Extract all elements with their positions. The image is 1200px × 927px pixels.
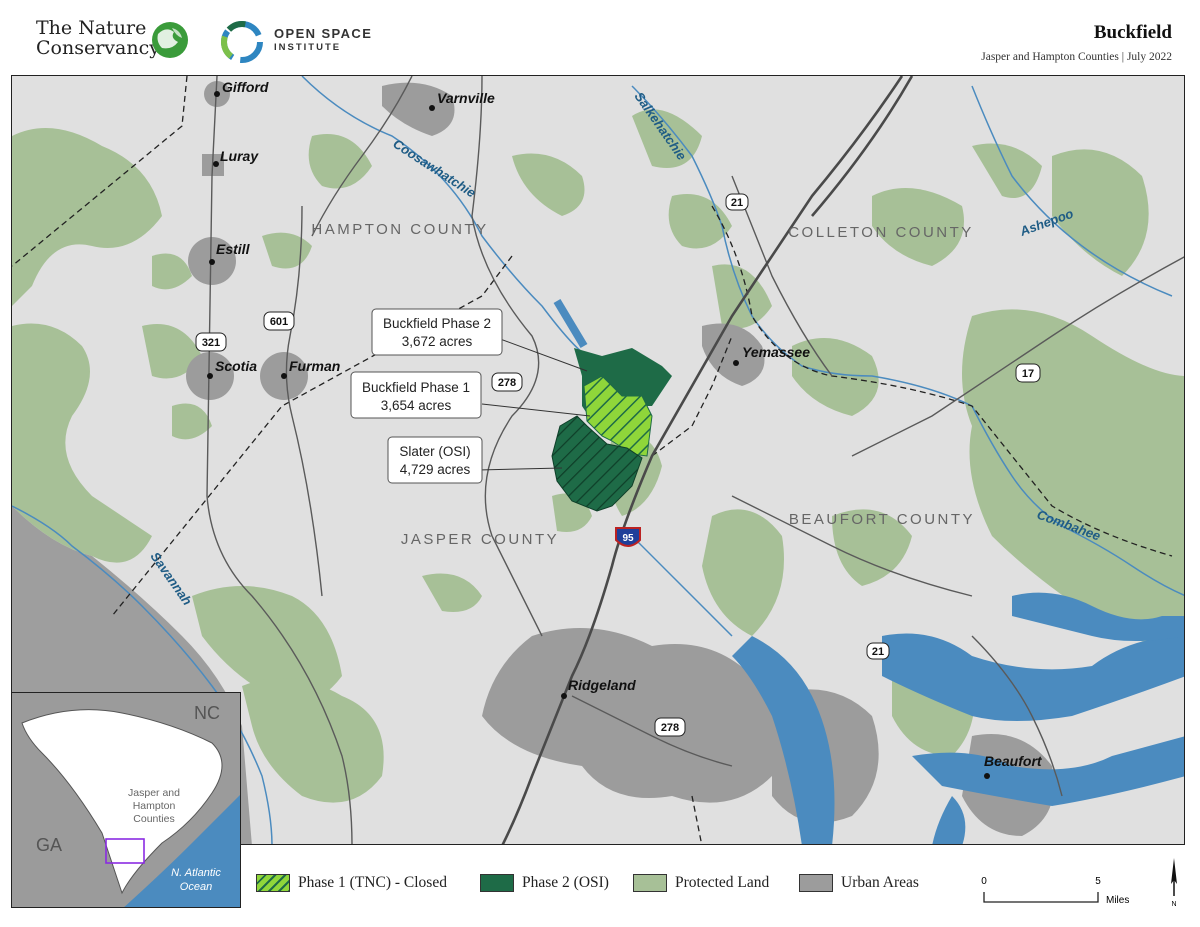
scale-unit-label: Miles bbox=[1106, 895, 1129, 906]
inset-focus-line2: Hampton bbox=[133, 800, 176, 812]
inset-locator-map: NC GA Jasper and Hampton Counties N. Atl… bbox=[11, 692, 241, 908]
callout-slater-acres: 4,729 acres bbox=[400, 462, 471, 477]
gray-swatch bbox=[799, 874, 833, 892]
osi-logo-line2: INSTITUTE bbox=[274, 42, 342, 53]
legend-label-urban: Urban Areas bbox=[841, 874, 919, 891]
legend-item-urban: Urban Areas bbox=[799, 873, 919, 893]
hampton-county-label: HAMPTON COUNTY bbox=[311, 221, 488, 238]
ridgeland-dot bbox=[561, 693, 567, 699]
legend-label-protected: Protected Land bbox=[675, 874, 770, 891]
callout-phase2-title: Buckfield Phase 2 bbox=[383, 316, 491, 331]
highway-21-label: 21 bbox=[731, 197, 743, 209]
legend-label-phase2: Phase 2 (OSI) bbox=[522, 874, 609, 891]
callout-phase1-acres: 3,654 acres bbox=[381, 398, 452, 413]
callout-phase2: Buckfield Phase 2 3,672 acres bbox=[371, 308, 503, 356]
callout-phase2-acres: 3,672 acres bbox=[402, 334, 473, 349]
scotia-label: Scotia bbox=[215, 358, 257, 374]
tnc-leaf-globe-icon bbox=[152, 22, 188, 58]
luray-dot bbox=[213, 161, 219, 167]
highway-278-north-label: 278 bbox=[498, 377, 516, 389]
scale-bar: 0 5 Miles bbox=[976, 870, 1136, 910]
highway-321-label: 321 bbox=[202, 337, 220, 349]
colleton-county-label: COLLETON COUNTY bbox=[788, 224, 974, 241]
tnc-logo-line1: The Nature bbox=[36, 17, 147, 39]
legend-item-phase1: Phase 1 (TNC) - Closed bbox=[256, 873, 447, 893]
beaufort-dot bbox=[984, 773, 990, 779]
furman-dot bbox=[281, 373, 287, 379]
north-arrow: N bbox=[1164, 856, 1184, 908]
inset-ocean-line2: Ocean bbox=[180, 881, 212, 893]
inset-focus-line1: Jasper and bbox=[128, 787, 180, 799]
luray-label: Luray bbox=[220, 148, 259, 164]
inset-nc-label: NC bbox=[194, 703, 220, 723]
legend-label-phase1: Phase 1 (TNC) - Closed bbox=[298, 874, 447, 891]
highway-17-label: 17 bbox=[1022, 368, 1034, 380]
callout-phase1-title: Buckfield Phase 1 bbox=[362, 380, 470, 395]
scale-bar-graphic: 0 5 Miles bbox=[981, 876, 1129, 906]
varnville-label: Varnville bbox=[437, 90, 495, 106]
yemassee-label: Yemassee bbox=[742, 344, 810, 360]
map-subtitle: Jasper and Hampton Counties | July 2022 bbox=[981, 51, 1172, 63]
callout-phase1: Buckfield Phase 1 3,654 acres bbox=[350, 371, 482, 419]
inset-focus-line3: Counties bbox=[133, 813, 174, 825]
north-label: N bbox=[1171, 901, 1176, 908]
callout-slater: Slater (OSI) 4,729 acres bbox=[387, 436, 483, 484]
jasper-county-label: JASPER COUNTY bbox=[401, 531, 559, 548]
ridgeland-label: Ridgeland bbox=[568, 677, 636, 693]
osi-ring-icon bbox=[221, 21, 263, 63]
osi-logo: OPEN SPACE INSTITUTE bbox=[218, 18, 398, 68]
scale-min-label: 0 bbox=[981, 876, 987, 887]
inset-ga-label: GA bbox=[36, 835, 62, 855]
tnc-logo-text: The Nature Conservancy bbox=[36, 18, 160, 58]
map-title: Buckfield bbox=[1093, 22, 1172, 43]
gifford-dot bbox=[214, 91, 220, 97]
tnc-logo: The Nature Conservancy bbox=[36, 16, 196, 66]
varnville-dot bbox=[429, 105, 435, 111]
estill-label: Estill bbox=[216, 241, 251, 257]
interstate-95-label: 95 bbox=[622, 533, 634, 544]
osi-logo-text: OPEN SPACE INSTITUTE bbox=[274, 27, 372, 55]
highway-21-south-label: 21 bbox=[872, 646, 884, 658]
inset-ocean-line1: N. Atlantic bbox=[171, 867, 221, 879]
yemassee-dot bbox=[733, 360, 739, 366]
osi-logo-line1: OPEN SPACE bbox=[274, 26, 373, 41]
inset-canvas: NC GA Jasper and Hampton Counties N. Atl… bbox=[12, 693, 240, 907]
legend-item-phase2: Phase 2 (OSI) bbox=[480, 873, 609, 893]
callout-slater-title: Slater (OSI) bbox=[399, 444, 470, 459]
highway-278-south-label: 278 bbox=[661, 722, 679, 734]
dark-green-swatch bbox=[480, 874, 514, 892]
pale-green-swatch bbox=[633, 874, 667, 892]
tnc-logo-line2: Conservancy bbox=[36, 37, 160, 59]
highway-601-label: 601 bbox=[270, 316, 288, 328]
furman-label: Furman bbox=[289, 358, 340, 374]
hatched-light-green-swatch bbox=[256, 874, 290, 892]
scotia-dot bbox=[207, 373, 213, 379]
legend-item-protected: Protected Land bbox=[633, 873, 769, 893]
estill-dot bbox=[209, 259, 215, 265]
north-arrow-icon: N bbox=[1171, 858, 1177, 908]
gifford-label: Gifford bbox=[222, 79, 269, 95]
header: The Nature Conservancy OPEN SPACE INSTIT… bbox=[0, 0, 1200, 74]
scale-max-label: 5 bbox=[1095, 876, 1101, 887]
beaufort-label: Beaufort bbox=[984, 753, 1043, 769]
beaufort-county-label: BEAUFORT COUNTY bbox=[789, 511, 975, 528]
